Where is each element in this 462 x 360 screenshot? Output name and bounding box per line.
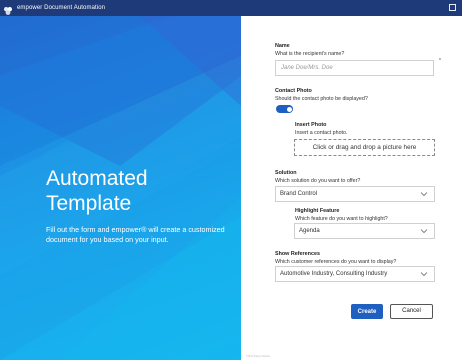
- highlight-feature-label: Highlight Feature: [295, 208, 340, 214]
- chevron-down-icon: [420, 229, 428, 234]
- solution-question: Which solution do you want to offer?: [275, 178, 361, 184]
- insert-photo-label: Insert Photo: [295, 122, 327, 128]
- contact-photo-toggle[interactable]: [276, 105, 293, 113]
- form-panel: Name What is the recipient's name? Jane …: [241, 16, 462, 360]
- cancel-button[interactable]: Cancel: [390, 304, 433, 319]
- empower-logo-icon: [3, 3, 13, 15]
- name-question: What is the recipient's name?: [275, 51, 345, 57]
- show-references-select[interactable]: Automotive Industry, Consulting Industry: [275, 266, 435, 282]
- solution-select[interactable]: Brand Control: [275, 186, 435, 202]
- highlight-feature-question: Which feature do you want to highlight?: [295, 216, 388, 222]
- contact-photo-label: Contact Photo: [275, 88, 312, 94]
- chevron-down-icon: [420, 272, 428, 277]
- solution-value: Brand Control: [280, 191, 318, 197]
- name-label: Name: [275, 43, 290, 49]
- maximize-button[interactable]: [449, 4, 456, 11]
- chevron-down-icon: [420, 192, 428, 197]
- required-marker: *: [439, 58, 441, 64]
- highlight-feature-select[interactable]: Agenda: [294, 223, 435, 239]
- show-references-question: Which customer references do you want to…: [275, 259, 397, 265]
- photo-dropzone[interactable]: Click or drag and drop a picture here: [294, 139, 435, 156]
- show-references-label: Show References: [275, 251, 320, 257]
- show-references-value: Automotive Industry, Consulting Industry: [280, 271, 388, 277]
- toggle-knob: [286, 106, 292, 112]
- name-input[interactable]: Jane Doe/Mrs. Doe: [275, 60, 434, 76]
- highlight-feature-value: Agenda: [299, 228, 320, 234]
- hero-title: Automated Template: [46, 167, 148, 215]
- title-bar: empower Document Automation: [0, 0, 462, 16]
- create-button[interactable]: Create: [351, 304, 383, 319]
- insert-photo-hint: Insert a contact photo.: [295, 130, 348, 136]
- third-party-notice-link[interactable]: Third Party Notice: [246, 354, 270, 358]
- solution-label: Solution: [275, 170, 297, 176]
- hero-description: Fill out the form and empower® will crea…: [46, 225, 225, 244]
- window-title: empower Document Automation: [17, 5, 106, 11]
- contact-photo-question: Should the contact photo be displayed?: [275, 96, 368, 102]
- hero-panel: Automated Template Fill out the form and…: [0, 16, 241, 360]
